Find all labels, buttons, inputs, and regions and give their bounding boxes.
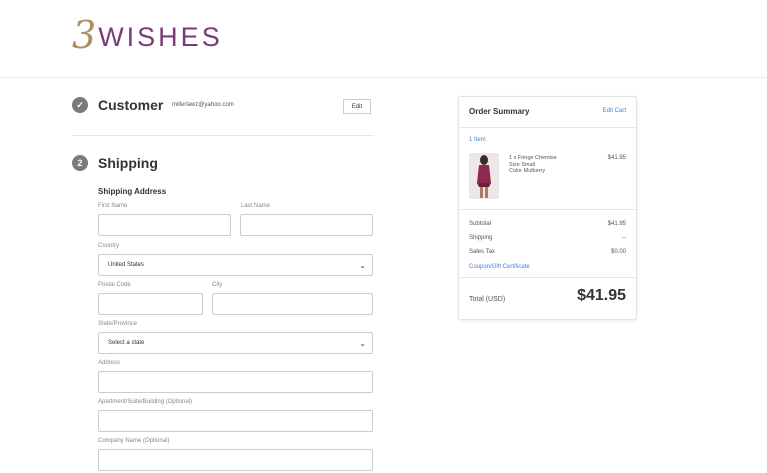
subtotal-value: $41.95 <box>607 221 626 227</box>
country-value: United States <box>108 262 145 268</box>
customer-step-title: Customer <box>98 97 164 113</box>
items-count-link[interactable]: 1 Item <box>469 137 486 143</box>
brand-logo[interactable]: 3 WISHES <box>72 16 223 54</box>
postal-code-label: Postal Code <box>98 282 131 288</box>
product-name: 1 x Fringe Chemise <box>509 155 557 161</box>
site-header: 3 WISHES <box>0 0 767 78</box>
edit-cart-link[interactable]: Edit Cart <box>603 108 626 114</box>
sales-tax-value: $0.00 <box>610 249 626 255</box>
summary-divider <box>459 209 636 210</box>
logo-numeral: 3 <box>72 13 97 57</box>
chevron-down-icon: ⌄ <box>359 339 366 348</box>
company-label: Company Name (Optional) <box>98 438 170 444</box>
order-summary-title: Order Summary <box>469 107 530 116</box>
shipping-step-title: Shipping <box>98 155 158 171</box>
first-name-label: First Name <box>98 203 128 209</box>
sales-tax-label: Sales Tax <box>469 249 495 255</box>
state-label: State/Province <box>98 321 138 327</box>
address-label: Address <box>98 360 121 366</box>
order-summary-panel: Order Summary Edit Cart 1 Item 1 x Fring… <box>458 96 637 320</box>
country-label: Country <box>98 243 120 249</box>
city-field[interactable] <box>212 293 373 315</box>
chevron-down-icon: ⌄ <box>359 261 366 270</box>
apartment-label: Apartment/Suite/Building (Optional) <box>98 399 193 405</box>
apartment-field[interactable] <box>98 410 373 432</box>
edit-customer-button[interactable]: Edit <box>343 99 371 114</box>
section-divider <box>72 135 374 136</box>
step-number-badge: 2 <box>72 155 88 171</box>
total-value: $41.95 <box>577 287 626 304</box>
country-select[interactable]: United States ⌄ <box>98 254 373 276</box>
postal-code-field[interactable] <box>98 293 203 315</box>
shipping-label: Shipping <box>469 235 493 241</box>
subtotal-label: Subtotal <box>469 221 492 227</box>
company-field[interactable] <box>98 449 373 471</box>
city-label: City <box>212 282 223 288</box>
coupon-link[interactable]: Coupon/Gift Certificate <box>469 264 530 270</box>
first-name-field[interactable] <box>98 214 231 236</box>
product-color: Color Mulberry <box>509 168 546 174</box>
last-name-label: Last Name <box>241 203 271 209</box>
product-details: 1 x Fringe Chemise Size Small Color Mulb… <box>509 155 557 175</box>
address-field[interactable] <box>98 371 373 393</box>
summary-divider <box>459 277 636 278</box>
state-select[interactable]: Select a state ⌄ <box>98 332 373 354</box>
shipping-value: -- <box>622 235 626 241</box>
shipping-address-heading: Shipping Address <box>98 187 167 196</box>
customer-email: millerlawz@yahoo.com <box>172 102 234 108</box>
product-price: $41.95 <box>607 155 626 161</box>
last-name-field[interactable] <box>240 214 373 236</box>
state-value: Select a state <box>108 340 145 346</box>
total-label: Total (USD) <box>469 296 506 303</box>
check-icon: ✓ <box>72 97 88 113</box>
logo-wordmark: WISHES <box>98 22 223 52</box>
summary-divider <box>459 127 636 128</box>
product-thumbnail <box>469 153 499 199</box>
